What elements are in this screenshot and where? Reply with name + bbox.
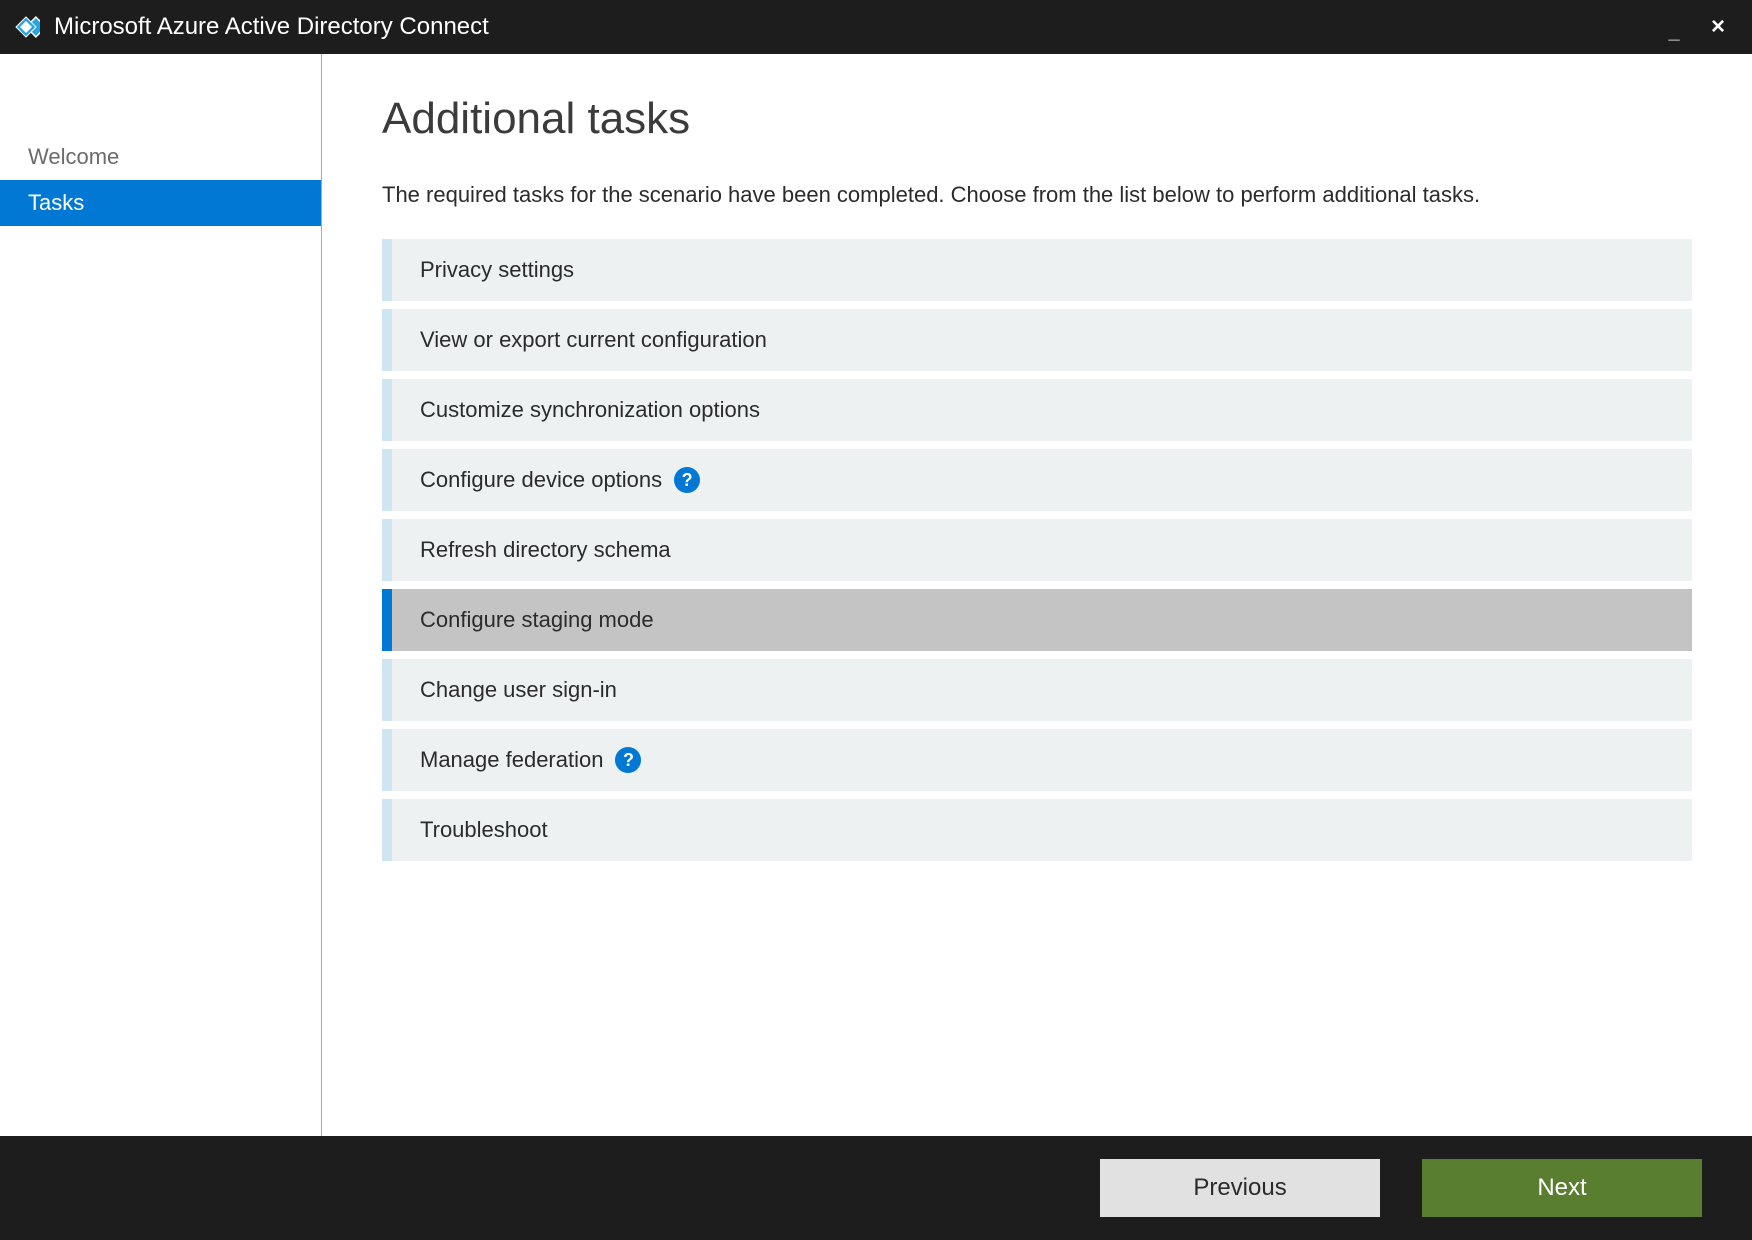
task-accent xyxy=(382,729,392,791)
main-content: Additional tasks The required tasks for … xyxy=(322,54,1752,1136)
help-icon[interactable]: ? xyxy=(674,467,700,493)
task-refresh-directory-schema[interactable]: Refresh directory schema xyxy=(382,519,1692,581)
task-accent xyxy=(382,519,392,581)
task-customize-sync[interactable]: Customize synchronization options xyxy=(382,379,1692,441)
minimize-button[interactable]: _ xyxy=(1652,5,1696,49)
task-accent xyxy=(382,799,392,861)
sidebar: Welcome Tasks xyxy=(0,54,322,1136)
sidebar-item-tasks[interactable]: Tasks xyxy=(0,180,321,226)
sidebar-item-welcome[interactable]: Welcome xyxy=(0,134,321,180)
sidebar-item-label: Welcome xyxy=(28,144,119,169)
task-label: Manage federation xyxy=(392,747,603,773)
azure-logo-icon xyxy=(12,13,40,41)
title-bar: Microsoft Azure Active Directory Connect… xyxy=(0,0,1752,54)
task-accent xyxy=(382,589,392,651)
page-description: The required tasks for the scenario have… xyxy=(382,178,1692,211)
task-accent xyxy=(382,659,392,721)
task-accent xyxy=(382,449,392,511)
task-change-user-signin[interactable]: Change user sign-in xyxy=(382,659,1692,721)
task-configure-staging-mode[interactable]: Configure staging mode xyxy=(382,589,1692,651)
task-list: Privacy settings View or export current … xyxy=(382,239,1692,861)
task-view-export-config[interactable]: View or export current configuration xyxy=(382,309,1692,371)
task-label: Customize synchronization options xyxy=(392,397,760,423)
task-label: Refresh directory schema xyxy=(392,537,671,563)
task-accent xyxy=(382,379,392,441)
task-label: Privacy settings xyxy=(392,257,574,283)
previous-button[interactable]: Previous xyxy=(1100,1159,1380,1217)
task-manage-federation[interactable]: Manage federation ? xyxy=(382,729,1692,791)
task-privacy-settings[interactable]: Privacy settings xyxy=(382,239,1692,301)
task-label: Troubleshoot xyxy=(392,817,548,843)
next-button[interactable]: Next xyxy=(1422,1159,1702,1217)
task-troubleshoot[interactable]: Troubleshoot xyxy=(382,799,1692,861)
task-label: View or export current configuration xyxy=(392,327,767,353)
sidebar-item-label: Tasks xyxy=(28,190,84,215)
footer: Previous Next xyxy=(0,1136,1752,1240)
task-label: Change user sign-in xyxy=(392,677,617,703)
task-label: Configure staging mode xyxy=(392,607,654,633)
body-area: Welcome Tasks Additional tasks The requi… xyxy=(0,54,1752,1136)
task-accent xyxy=(382,309,392,371)
task-configure-device-options[interactable]: Configure device options ? xyxy=(382,449,1692,511)
help-icon[interactable]: ? xyxy=(615,747,641,773)
close-button[interactable]: × xyxy=(1696,5,1740,49)
page-title: Additional tasks xyxy=(382,94,1692,144)
window-title: Microsoft Azure Active Directory Connect xyxy=(54,13,1652,41)
task-accent xyxy=(382,239,392,301)
task-label: Configure device options xyxy=(392,467,662,493)
